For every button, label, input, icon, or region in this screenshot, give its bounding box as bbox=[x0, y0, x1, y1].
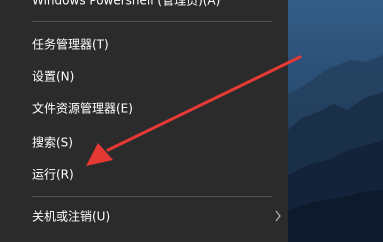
menu-separator bbox=[32, 196, 272, 197]
menu-item-task-manager[interactable]: 任务管理器(T) bbox=[0, 28, 288, 60]
menu-item-label: Windows Powershell (管理员)(A) bbox=[32, 0, 221, 8]
menu-item-label: 搜索(S) bbox=[32, 135, 73, 150]
mountain-landscape bbox=[288, 55, 383, 242]
menu-item-label: 任务管理器(T) bbox=[32, 37, 109, 52]
chevron-right-icon bbox=[275, 210, 281, 222]
desktop-wallpaper bbox=[288, 0, 383, 242]
menu-item-label: 关机或注销(U) bbox=[32, 209, 111, 224]
menu-item-settings[interactable]: 设置(N) bbox=[0, 60, 288, 92]
menu-item-label: 设置(N) bbox=[32, 69, 75, 84]
menu-item-label: 文件资源管理器(E) bbox=[32, 101, 133, 116]
menu-item-run[interactable]: 运行(R) bbox=[0, 158, 288, 190]
context-menu: Windows Powershell (管理员)(A) 任务管理器(T) 设置(… bbox=[0, 0, 288, 242]
menu-item-shutdown-signout[interactable]: 关机或注销(U) bbox=[0, 200, 288, 232]
menu-separator bbox=[32, 21, 272, 22]
menu-item-label: 运行(R) bbox=[32, 167, 74, 182]
menu-item-powershell-admin[interactable]: Windows Powershell (管理员)(A) bbox=[0, 0, 288, 16]
menu-item-file-explorer[interactable]: 文件资源管理器(E) bbox=[0, 92, 288, 124]
menu-item-search[interactable]: 搜索(S) bbox=[0, 126, 288, 158]
